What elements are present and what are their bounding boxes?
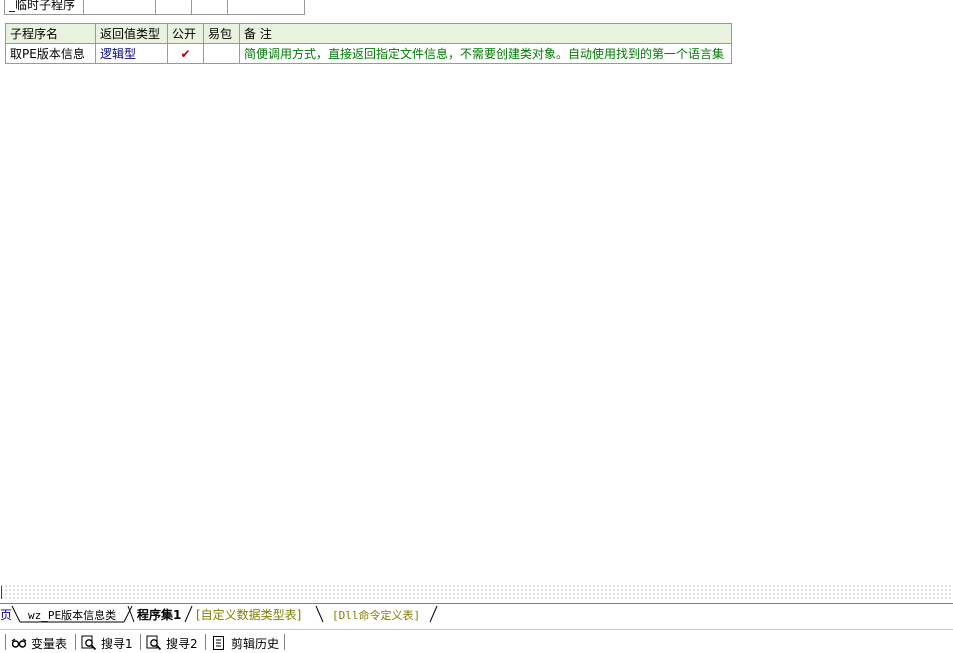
document-icon — [213, 636, 224, 650]
header-easy-pack: 易包 — [203, 23, 240, 44]
remark-cell[interactable]: 简便调用方式，直接返回指定文件信息，不需要创建类对象。自动使用找到的第一个语言集 — [239, 43, 732, 64]
subroutine-name-cell[interactable]: 取PE版本信息 — [5, 43, 96, 64]
temp-cell[interactable] — [227, 0, 305, 15]
separator — [284, 634, 285, 650]
separator — [5, 634, 6, 650]
easy-pack-cell[interactable] — [203, 43, 240, 64]
text-caret — [1, 586, 2, 599]
clipboard-history-tab[interactable]: 剪辑历史 — [211, 634, 279, 652]
editor-tab-bar: 页 wz_PE版本信息类 程序集1 [自定义数据类型表] [Dll命令定义表] — [0, 603, 953, 626]
variables-tab-label: 变量表 — [31, 636, 68, 651]
header-return-type: 返回值类型 — [95, 23, 168, 44]
tab-custom-data-types[interactable]: [自定义数据类型表] — [196, 606, 301, 623]
header-subroutine-name: 子程序名 — [5, 23, 96, 44]
clipboard-history-tab-label: 剪辑历史 — [231, 636, 280, 651]
separator — [140, 634, 141, 650]
header-public: 公开 — [167, 23, 204, 44]
temp-subroutine-table: _临时子程序 — [4, 0, 305, 15]
glasses-icon — [11, 638, 27, 648]
search2-tab-label: 搜寻2 — [166, 636, 198, 651]
search-icon — [146, 635, 162, 651]
tab-dll-commands[interactable]: [Dll命令定义表] — [332, 607, 420, 623]
variables-tab[interactable]: 变量表 — [11, 634, 67, 652]
temp-cell[interactable] — [155, 0, 192, 15]
tab-program-set[interactable]: 程序集1 — [137, 606, 181, 623]
search-icon — [81, 635, 97, 651]
header-remark: 备 注 — [239, 23, 732, 44]
tab-class-module[interactable]: wz_PE版本信息类 — [28, 607, 116, 623]
editor-divider-strip — [0, 584, 953, 600]
temp-subroutine-name[interactable]: _临时子程序 — [4, 0, 84, 15]
temp-cell[interactable] — [83, 0, 156, 15]
search1-tab-label: 搜寻1 — [101, 636, 133, 651]
search2-tab[interactable]: 搜寻2 — [146, 634, 198, 652]
public-checkmark-icon[interactable]: ✔ — [167, 43, 204, 64]
table-row[interactable]: 取PE版本信息 逻辑型 ✔ 简便调用方式，直接返回指定文件信息，不需要创建类对象… — [5, 43, 732, 64]
separator — [75, 634, 76, 650]
temp-cell[interactable] — [191, 0, 228, 15]
search1-tab[interactable]: 搜寻1 — [81, 634, 133, 652]
separator — [205, 634, 206, 650]
bottom-panel-tabs: 变量表 搜寻1 搜寻2 剪辑历史 — [0, 629, 953, 653]
return-type-cell[interactable]: 逻辑型 — [95, 43, 168, 64]
subroutine-table: 子程序名 返回值类型 公开 易包 备 注 取PE版本信息 逻辑型 ✔ 简便调用方… — [5, 23, 732, 64]
table-header-row: 子程序名 返回值类型 公开 易包 备 注 — [5, 23, 732, 44]
tab-home[interactable]: 页 — [0, 606, 12, 623]
